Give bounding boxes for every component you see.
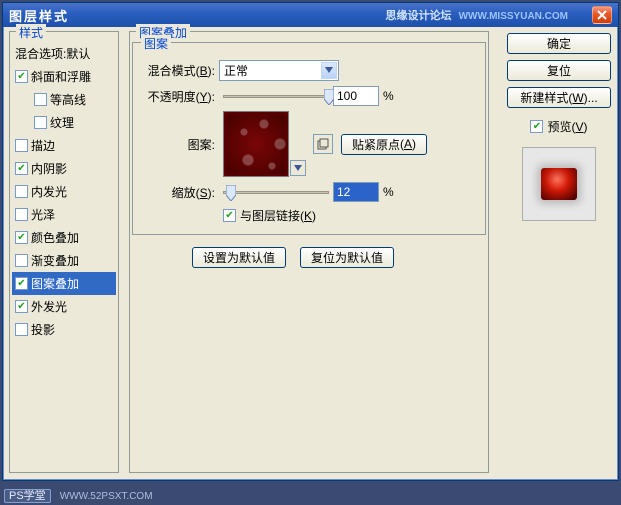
preview-row: 预览(V) xyxy=(530,118,587,135)
opacity-slider[interactable] xyxy=(223,87,329,105)
blend-mode-row: 混合模式(B): 正常 xyxy=(143,59,475,81)
styles-sidebar: 样式 混合选项:默认斜面和浮雕等高线纹理描边内阴影内发光光泽颜色叠加渐变叠加图案… xyxy=(9,31,119,473)
pattern-swatch-row: 图案: 贴紧原点(A xyxy=(143,111,475,177)
default-buttons: 设置为默认值 复位为默认值 xyxy=(192,247,486,268)
sidebar-item-0[interactable]: 混合选项:默认 xyxy=(12,42,116,65)
blend-mode-dropdown[interactable]: 正常 xyxy=(219,60,339,81)
close-button[interactable] xyxy=(592,6,612,24)
sidebar-item-6[interactable]: 内发光 xyxy=(12,180,116,203)
pattern-label: 图案: xyxy=(143,136,219,153)
new-style-button[interactable]: 新建样式(W)... xyxy=(507,87,611,108)
sidebar-item-7[interactable]: 光泽 xyxy=(12,203,116,226)
scale-row: 缩放(S): 12 % xyxy=(143,181,475,203)
sidebar-checkbox-1[interactable] xyxy=(15,70,28,83)
sidebar-item-10[interactable]: 图案叠加 xyxy=(12,272,116,295)
main-panel: 图案叠加 图案 混合模式(B): 正常 xyxy=(129,31,489,473)
sidebar-checkbox-6[interactable] xyxy=(15,185,28,198)
sidebar-checkbox-4[interactable] xyxy=(15,139,28,152)
sidebar-item-11[interactable]: 外发光 xyxy=(12,295,116,318)
sidebar-checkbox-11[interactable] xyxy=(15,300,28,313)
reset-default-button[interactable]: 复位为默认值 xyxy=(300,247,394,268)
sidebar-checkbox-9[interactable] xyxy=(15,254,28,267)
sidebar-item-1[interactable]: 斜面和浮雕 xyxy=(12,65,116,88)
sidebar-item-label: 等高线 xyxy=(50,91,86,108)
snap-origin-button[interactable]: 贴紧原点(A) xyxy=(341,134,427,155)
new-from-pattern-button[interactable] xyxy=(313,134,333,154)
sidebar-item-label: 斜面和浮雕 xyxy=(31,68,91,85)
close-icon xyxy=(597,10,607,20)
preview-label: 预览(V) xyxy=(547,118,587,135)
opacity-input[interactable]: 100 xyxy=(333,86,379,106)
sidebar-item-label: 渐变叠加 xyxy=(31,252,79,269)
sidebar-item-5[interactable]: 内阴影 xyxy=(12,157,116,180)
sidebar-item-label: 颜色叠加 xyxy=(31,229,79,246)
scale-thumb[interactable] xyxy=(226,185,236,201)
sidebar-checkbox-2[interactable] xyxy=(34,93,47,106)
layer-style-dialog: 图层样式 思缘设计论坛 WWW.MISSYUAN.COM 样式 混合选项:默认斜… xyxy=(2,2,619,481)
sidebar-item-4[interactable]: 描边 xyxy=(12,134,116,157)
sidebar-item-label: 纹理 xyxy=(50,114,74,131)
link-layer-label: 与图层链接(K) xyxy=(240,207,316,224)
sidebar-item-label: 光泽 xyxy=(31,206,55,223)
sidebar-item-label: 内发光 xyxy=(31,183,67,200)
blend-mode-label: 混合模式(B): xyxy=(143,62,219,79)
sidebar-item-12[interactable]: 投影 xyxy=(12,318,116,341)
sidebar-item-8[interactable]: 颜色叠加 xyxy=(12,226,116,249)
styles-fieldset: 样式 混合选项:默认斜面和浮雕等高线纹理描边内阴影内发光光泽颜色叠加渐变叠加图案… xyxy=(9,31,119,473)
new-icon xyxy=(317,138,329,150)
sidebar-item-2[interactable]: 等高线 xyxy=(12,88,116,111)
ok-button[interactable]: 确定 xyxy=(507,33,611,54)
styles-legend: 样式 xyxy=(16,24,46,41)
sidebar-item-9[interactable]: 渐变叠加 xyxy=(12,249,116,272)
scale-unit: % xyxy=(383,185,394,199)
opacity-unit: % xyxy=(383,89,394,103)
footer-watermark: PS学堂 WWW.52PSXT.COM xyxy=(4,487,153,503)
inner-pattern-group: 图案 混合模式(B): 正常 xyxy=(132,42,486,235)
scale-label: 缩放(S): xyxy=(143,184,219,201)
sidebar-item-3[interactable]: 纹理 xyxy=(12,111,116,134)
window-title: 图层样式 xyxy=(9,6,386,25)
preview-content xyxy=(541,168,577,200)
sidebar-item-label: 图案叠加 xyxy=(31,275,79,292)
sidebar-checkbox-12[interactable] xyxy=(15,323,28,336)
sidebar-item-label: 内阴影 xyxy=(31,160,67,177)
sidebar-item-label: 投影 xyxy=(31,321,55,338)
sidebar-item-label: 外发光 xyxy=(31,298,67,315)
sidebar-checkbox-8[interactable] xyxy=(15,231,28,244)
sidebar-checkbox-7[interactable] xyxy=(15,208,28,221)
right-pane: 确定 复位 新建样式(W)... 预览(V) xyxy=(506,33,612,221)
scale-input[interactable]: 12 xyxy=(333,182,379,202)
sidebar-checkbox-5[interactable] xyxy=(15,162,28,175)
pattern-swatch[interactable] xyxy=(223,111,289,177)
sidebar-item-label: 描边 xyxy=(31,137,55,154)
sidebar-item-label: 混合选项:默认 xyxy=(15,45,90,62)
opacity-thumb[interactable] xyxy=(324,89,334,105)
preview-checkbox[interactable] xyxy=(530,120,543,133)
dialog-body: 样式 混合选项:默认斜面和浮雕等高线纹理描边内阴影内发光光泽颜色叠加渐变叠加图案… xyxy=(9,31,612,474)
opacity-row: 不透明度(Y): 100 % xyxy=(143,85,475,107)
sidebar-checkbox-3[interactable] xyxy=(34,116,47,129)
title-bar: 图层样式 思缘设计论坛 WWW.MISSYUAN.COM xyxy=(3,3,618,27)
pattern-overlay-fieldset: 图案叠加 图案 混合模式(B): 正常 xyxy=(129,31,489,473)
preview-thumbnail xyxy=(522,147,596,221)
set-default-button[interactable]: 设置为默认值 xyxy=(192,247,286,268)
sidebar-checkbox-10[interactable] xyxy=(15,277,28,290)
title-watermark: 思缘设计论坛 WWW.MISSYUAN.COM xyxy=(386,7,569,23)
pattern-picker-arrow[interactable] xyxy=(290,160,306,176)
link-layer-row: 与图层链接(K) xyxy=(223,207,475,224)
opacity-label: 不透明度(Y): xyxy=(143,88,219,105)
chevron-down-icon xyxy=(321,62,337,79)
styles-list: 混合选项:默认斜面和浮雕等高线纹理描边内阴影内发光光泽颜色叠加渐变叠加图案叠加外… xyxy=(12,42,116,341)
inner-legend: 图案 xyxy=(141,35,171,52)
reset-button[interactable]: 复位 xyxy=(507,60,611,81)
blend-mode-value: 正常 xyxy=(224,62,248,79)
scale-slider[interactable] xyxy=(223,183,329,201)
link-layer-checkbox[interactable] xyxy=(223,209,236,222)
